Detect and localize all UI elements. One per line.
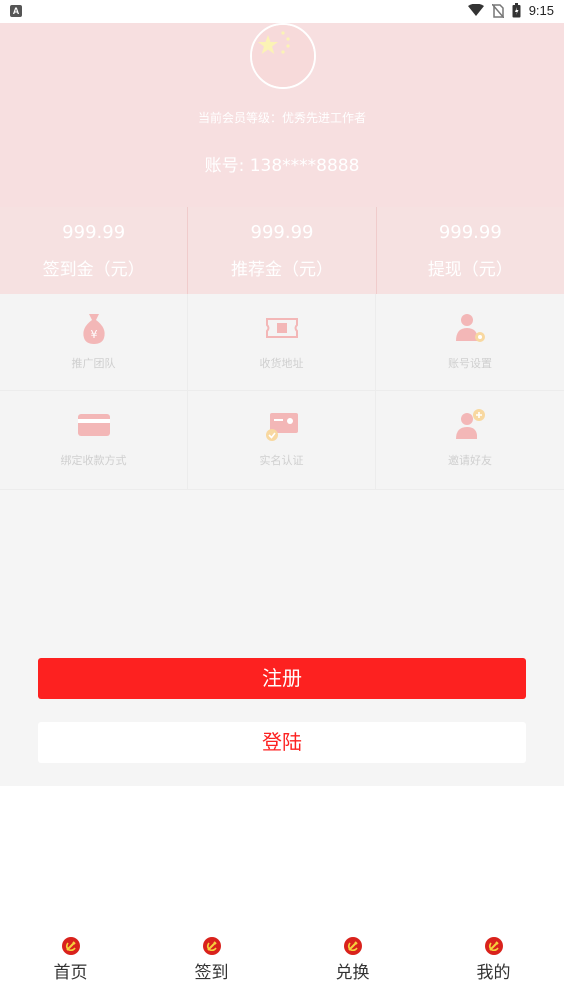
stat-value: 999.99 [62, 222, 126, 243]
flag-avatar-icon [252, 25, 314, 87]
grid-item-shipping-address[interactable]: 收货地址 [188, 294, 376, 391]
account-number: 账号: 138****8888 [204, 156, 360, 176]
tab-label: 兑换 [335, 963, 370, 983]
app-notification-icon: A [10, 5, 22, 17]
id-verify-icon [265, 413, 298, 441]
party-emblem-icon [343, 937, 362, 955]
clock: 9:15 [528, 3, 554, 18]
ticket-icon [265, 318, 298, 338]
member-level: 当前会员等级：优秀先进工作者 [197, 111, 366, 125]
grid-item-label: 推广团队 [71, 357, 116, 370]
stat-label: 提现（元） [427, 260, 513, 280]
stat-value: 999.99 [438, 222, 502, 243]
stat-label: 签到金（元） [42, 260, 145, 280]
stats-bar: 999.99 签到金（元） 999.99 推荐金（元） 999.99 提现（元） [0, 207, 564, 294]
battery-icon [512, 3, 521, 18]
party-emblem-icon [202, 937, 221, 955]
tab-label: 首页 [53, 963, 88, 983]
grid-item-label: 实名认证 [259, 454, 304, 467]
stat-withdraw[interactable]: 999.99 提现（元） [375, 207, 564, 294]
grid-item-invite-friends[interactable]: 邀请好友 [376, 391, 564, 490]
grid-item-label: 账号设置 [448, 357, 492, 370]
party-emblem-icon [484, 937, 503, 955]
grid-item-label: 收货地址 [259, 357, 304, 370]
no-sim-icon [491, 3, 504, 18]
user-settings-icon [456, 314, 485, 342]
status-indicators: 9:15 [467, 3, 554, 18]
wifi-icon [467, 4, 484, 16]
bottom-tab-bar: 首页 签到 兑换 我的 [0, 924, 564, 1002]
stat-value: 999.99 [250, 222, 314, 243]
grid-item-label: 绑定收款方式 [60, 454, 127, 467]
card-icon [77, 414, 110, 436]
party-emblem-icon [61, 937, 80, 955]
svg-text:¥: ¥ [90, 328, 97, 341]
tab-mine[interactable]: 我的 [423, 924, 564, 1002]
tab-label: 签到 [194, 963, 229, 983]
grid-item-promotion-team[interactable]: ¥ 推广团队 [0, 294, 188, 391]
tab-exchange[interactable]: 兑换 [282, 924, 423, 1002]
tab-label: 我的 [476, 963, 511, 983]
status-bar: A 9:15 [0, 0, 564, 23]
register-button[interactable]: 注册 [38, 658, 526, 699]
profile-header: 当前会员等级：优秀先进工作者 账号: 138****8888 [0, 23, 564, 207]
login-button[interactable]: 登陆 [38, 722, 526, 763]
auth-area: 注册 登陆 [0, 490, 564, 786]
invite-friend-icon [456, 409, 485, 439]
money-bag-icon: ¥ [82, 314, 105, 344]
tab-sign-in[interactable]: 签到 [141, 924, 282, 1002]
avatar[interactable] [250, 23, 316, 89]
grid-item-payment-method[interactable]: 绑定收款方式 [0, 391, 188, 490]
grid-item-account-settings[interactable]: 账号设置 [376, 294, 564, 391]
stat-label: 推荐金（元） [230, 260, 333, 280]
stat-referral-gold[interactable]: 999.99 推荐金（元） [187, 207, 375, 294]
feature-grid: ¥ 推广团队 收货地址 账号设置 绑定收款方式 实名认证 邀请好友 [0, 294, 564, 490]
grid-item-label: 邀请好友 [448, 454, 492, 467]
grid-item-real-name-auth[interactable]: 实名认证 [188, 391, 376, 490]
stat-sign-in-gold[interactable]: 999.99 签到金（元） [0, 207, 187, 294]
tab-home[interactable]: 首页 [0, 924, 141, 1002]
